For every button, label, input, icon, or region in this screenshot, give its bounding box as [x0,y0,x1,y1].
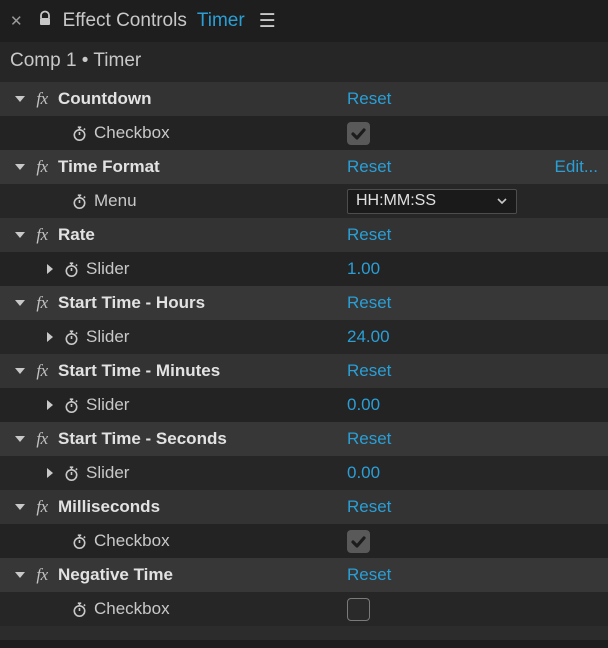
reset-link[interactable]: Reset [347,429,391,449]
stopwatch-icon[interactable] [70,193,88,210]
reset-link[interactable]: Reset [347,565,391,585]
param-row: Slider 0.00 [0,388,608,422]
effect-header: fx Time Format Reset Edit... [0,150,608,184]
effect-twisty[interactable] [14,501,26,513]
panel-menu-icon[interactable]: ☰ [255,10,280,33]
effect-header: fx Countdown Reset [0,82,608,116]
effect-header: fx Rate Reset [0,218,608,252]
reset-link[interactable]: Reset [347,225,391,245]
reset-link[interactable]: Reset [347,497,391,517]
effect-twisty[interactable] [14,297,26,309]
reset-link[interactable]: Reset [347,293,391,313]
fx-icon[interactable]: fx [32,225,52,245]
param-label: Slider [86,327,129,347]
param-label: Slider [86,395,129,415]
effect-twisty[interactable] [14,161,26,173]
fx-icon[interactable]: fx [32,293,52,313]
slider-value[interactable]: 0.00 [347,463,380,483]
param-label: Checkbox [94,531,170,551]
reset-link[interactable]: Reset [347,89,391,109]
effect-header: fx Milliseconds Reset [0,490,608,524]
param-twisty[interactable] [44,467,56,479]
effect-twisty[interactable] [14,93,26,105]
effect-header: fx Start Time - Hours Reset [0,286,608,320]
stopwatch-icon[interactable] [70,125,88,142]
fx-icon[interactable]: fx [32,89,52,109]
edit-link[interactable]: Edit... [555,157,598,176]
param-row: Slider 1.00 [0,252,608,286]
effects-list: fx Countdown Reset Checkbox fx Time Form… [0,82,608,640]
effect-header: fx Start Time - Minutes Reset [0,354,608,388]
param-row: Checkbox [0,592,608,626]
stopwatch-icon[interactable] [62,397,80,414]
effect-name: Milliseconds [58,497,160,517]
param-label: Checkbox [94,599,170,619]
panel-asset-link[interactable]: Timer [197,10,245,32]
effect-name: Time Format [58,157,160,177]
param-twisty[interactable] [44,331,56,343]
effect-name: Start Time - Seconds [58,429,227,449]
fx-icon[interactable]: fx [32,157,52,177]
stopwatch-icon[interactable] [62,329,80,346]
effect-name: Start Time - Minutes [58,361,220,381]
effect-name: Rate [58,225,95,245]
slider-value[interactable]: 24.00 [347,327,390,347]
reset-link[interactable]: Reset [347,361,391,381]
stopwatch-icon[interactable] [62,261,80,278]
stopwatch-icon[interactable] [70,533,88,550]
slider-value[interactable]: 0.00 [347,395,380,415]
param-label: Checkbox [94,123,170,143]
effect-header: fx Negative Time Reset [0,558,608,592]
param-row: Checkbox [0,524,608,558]
effect-name: Negative Time [58,565,173,585]
effect-name: Countdown [58,89,151,109]
lock-icon[interactable] [37,10,53,32]
breadcrumb: Comp 1 • Timer [0,42,608,82]
stopwatch-icon[interactable] [62,465,80,482]
effect-header: fx Start Time - Seconds Reset [0,422,608,456]
menu-select[interactable]: HH:MM:SS [347,189,517,214]
param-row: Checkbox [0,116,608,150]
fx-icon[interactable]: fx [32,497,52,517]
trailing-space [0,626,608,640]
param-twisty[interactable] [44,399,56,411]
param-twisty[interactable] [44,263,56,275]
param-label: Slider [86,463,129,483]
close-icon[interactable]: ✕ [6,12,27,30]
fx-icon[interactable]: fx [32,429,52,449]
effect-name: Start Time - Hours [58,293,205,313]
fx-icon[interactable]: fx [32,361,52,381]
effect-twisty[interactable] [14,433,26,445]
param-label: Slider [86,259,129,279]
fx-icon[interactable]: fx [32,565,52,585]
slider-value[interactable]: 1.00 [347,259,380,279]
param-label: Menu [94,191,137,211]
checkbox-input[interactable] [347,598,370,621]
stopwatch-icon[interactable] [70,601,88,618]
menu-value: HH:MM:SS [356,192,436,210]
param-row: Slider 0.00 [0,456,608,490]
checkbox-input[interactable] [347,530,370,553]
reset-link[interactable]: Reset [347,157,391,177]
checkbox-input[interactable] [347,122,370,145]
param-row: Menu HH:MM:SS [0,184,608,218]
effect-twisty[interactable] [14,229,26,241]
effect-twisty[interactable] [14,365,26,377]
panel-tab-bar: ✕ Effect Controls Timer ☰ [0,0,608,42]
effect-twisty[interactable] [14,569,26,581]
panel-title: Effect Controls [63,10,187,32]
param-row: Slider 24.00 [0,320,608,354]
